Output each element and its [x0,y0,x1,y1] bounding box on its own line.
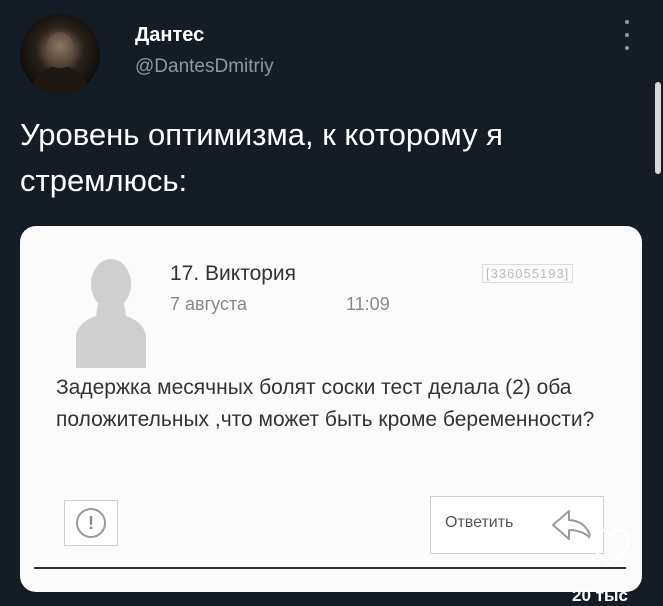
reply-arrow-icon [552,510,592,540]
post-question: Задержка месячных болят соски тест делал… [56,376,595,431]
author-avatar[interactable] [20,14,100,94]
reply-button[interactable]: Ответить [430,496,604,554]
user-silhouette-icon [76,259,146,368]
post-date: 7 августа [170,294,248,314]
report-button[interactable]: ! [64,500,118,546]
like-count[interactable]: 20 тыс [572,586,628,606]
post-user-name: 17. Виктория [170,262,297,285]
scrollbar[interactable] [655,82,661,174]
author-display-name[interactable]: Дантес [135,24,204,47]
tweet-text: Уровень оптимизма, к которому я стремлюс… [20,117,503,198]
author-handle[interactable]: @DantesDmitriy [135,56,274,78]
card-divider [34,567,626,569]
heart-icon[interactable] [588,528,632,568]
more-vertical-icon[interactable] [620,20,634,50]
embedded-image-card[interactable]: 17. Виктория 7 августа 11:09 [336055193]… [20,226,642,592]
warning-icon: ! [76,508,106,538]
avatar-body-shape [30,66,90,94]
post-time: 11:09 [346,294,390,314]
post-id: [336055193] [482,264,574,283]
avatar-face-shape [46,32,74,68]
reply-label: Ответить [445,514,514,531]
